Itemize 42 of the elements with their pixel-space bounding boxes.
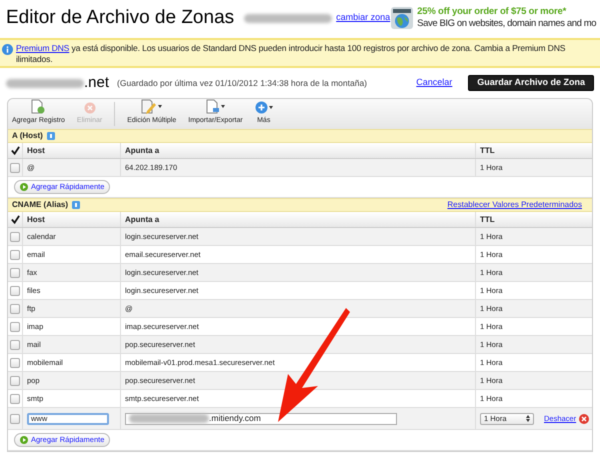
row-checkbox[interactable]: [10, 268, 20, 278]
play-circle-icon: [20, 183, 28, 191]
globe-window-icon: [390, 6, 414, 30]
change-zone-link[interactable]: cambiar zona: [336, 11, 390, 25]
column-header: TTL: [480, 144, 495, 156]
row-checkbox[interactable]: [10, 340, 20, 350]
row-checkbox[interactable]: [10, 322, 20, 332]
reset-defaults-link[interactable]: Restablecer Valores Predeterminados: [447, 199, 582, 211]
page-title: Editor de Archivo de Zonas: [6, 6, 234, 30]
column-header: Host: [27, 214, 45, 226]
ad-text: Save BIG on websites, domain names and mo: [417, 18, 596, 30]
row-checkbox[interactable]: [10, 162, 20, 172]
row-checkbox[interactable]: [10, 304, 20, 314]
info-icon: [2, 44, 13, 55]
plus-circle-icon: [254, 100, 268, 114]
checkmark-icon: [10, 215, 20, 224]
row-checkbox[interactable]: [10, 250, 20, 260]
column-header: Host: [27, 144, 45, 156]
cancel-link[interactable]: Cancelar: [416, 76, 452, 90]
notice-text: ilimitados.: [16, 54, 54, 65]
domain-name: .net: [84, 72, 110, 93]
column-header: TTL: [480, 214, 495, 226]
section-title: A (Host): [12, 130, 43, 142]
updown-icon: [526, 415, 530, 422]
points-to-input-field[interactable]: .mitiendy.com: [125, 412, 397, 424]
column-header: Apunta a: [125, 144, 160, 156]
row-checkbox[interactable]: [10, 232, 20, 242]
save-zone-button[interactable]: Guardar Archivo de Zona: [468, 75, 594, 91]
close-icon[interactable]: [579, 414, 590, 424]
row-checkbox[interactable]: [10, 286, 20, 296]
notice-text: Premium DNS ya está disponible. Los usuarios de Standard DNS pueden introducir hasta 100 registros por archivo de zona. Cambia a Premium DNS: [16, 43, 566, 54]
cross-circle-icon: [84, 102, 96, 114]
play-circle-icon: [20, 436, 28, 444]
checkmark-icon: [10, 146, 20, 155]
saved-status: (Guardado por última vez 01/10/2012 1:34:38 hora de la montaña): [117, 76, 368, 90]
section-title: CNAME (Alias): [12, 199, 68, 211]
column-header: Apunta a: [125, 214, 160, 226]
row-checkbox[interactable]: [10, 358, 20, 368]
row-checkbox[interactable]: [10, 414, 20, 424]
row-checkbox[interactable]: [10, 376, 20, 386]
premium-dns-link[interactable]: Premium DNS: [16, 43, 70, 53]
row-checkbox[interactable]: [10, 394, 20, 404]
